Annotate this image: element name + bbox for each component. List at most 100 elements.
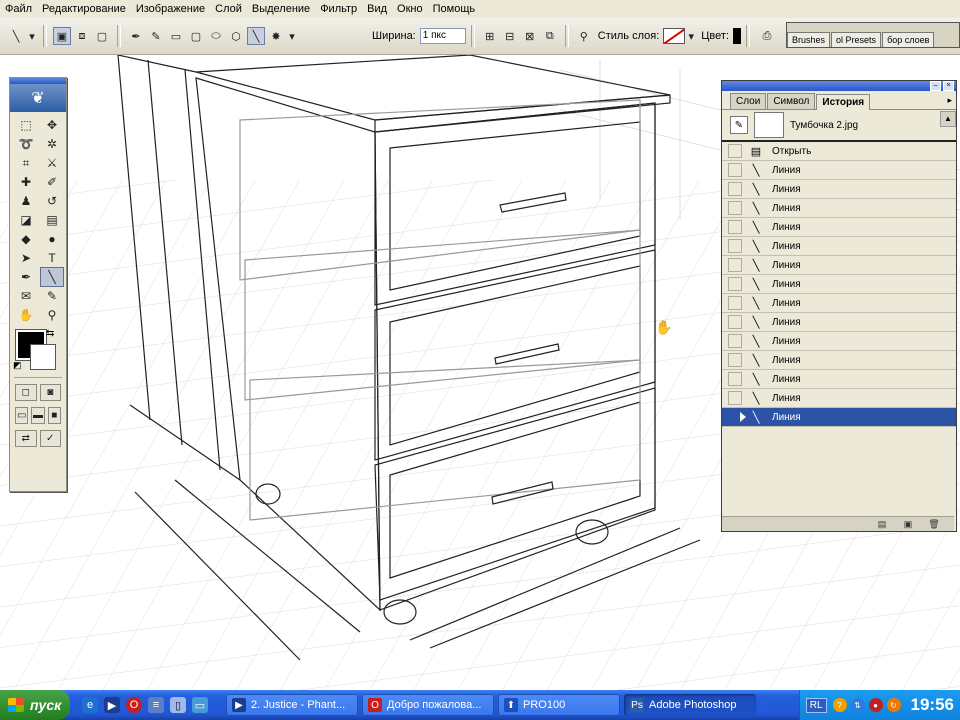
- rounded-rectangle-tool-icon[interactable]: ▢: [188, 28, 204, 44]
- eraser-tool-icon[interactable]: ◪: [15, 211, 37, 229]
- clone-stamp-tool-icon[interactable]: ♟: [15, 192, 37, 210]
- feather-logo-icon[interactable]: ❦: [10, 84, 66, 112]
- menu-item[interactable]: Вид: [362, 0, 392, 18]
- menu-item[interactable]: Выделение: [247, 0, 315, 18]
- magic-wand-tool-icon[interactable]: ✲: [41, 135, 63, 153]
- close-button[interactable]: ×: [943, 81, 954, 91]
- printer-icon[interactable]: ⎙: [759, 28, 775, 44]
- menu-item[interactable]: Изображение: [131, 0, 210, 18]
- history-checkbox[interactable]: [728, 277, 742, 291]
- new-document-from-state-icon[interactable]: ▤: [876, 519, 888, 529]
- network-icon[interactable]: ≡: [148, 697, 164, 713]
- marquee-tool-icon[interactable]: ⬚: [15, 116, 37, 134]
- brush-tool-icon[interactable]: ✐: [41, 173, 63, 191]
- menu-item[interactable]: Окно: [392, 0, 428, 18]
- history-item[interactable]: ▤ Открыть: [722, 142, 956, 161]
- menu-item[interactable]: Файл: [0, 0, 37, 18]
- history-item[interactable]: ╲ Линия: [722, 161, 956, 180]
- ie-icon[interactable]: e: [82, 697, 98, 713]
- history-item[interactable]: ╲ Линия: [722, 370, 956, 389]
- standard-screen-icon[interactable]: ▭: [15, 407, 29, 424]
- history-checkbox[interactable]: [728, 296, 742, 310]
- subtract-shape-icon[interactable]: ⊟: [502, 28, 518, 44]
- pen-tool-icon[interactable]: ✒: [15, 268, 37, 286]
- move-tool-icon[interactable]: ✥: [41, 116, 63, 134]
- start-button[interactable]: пуск: [0, 690, 70, 720]
- full-screen-icon[interactable]: ■: [47, 407, 61, 424]
- history-checkbox[interactable]: [728, 372, 742, 386]
- delete-state-icon[interactable]: 🗑: [928, 519, 940, 529]
- imageready-icon[interactable]: ✓: [39, 430, 61, 447]
- ellipse-tool-icon[interactable]: ⬭: [208, 28, 224, 44]
- healing-brush-tool-icon[interactable]: ✚: [15, 173, 37, 191]
- preset-dropdown-icon[interactable]: ▾: [28, 28, 36, 44]
- taskbar-button[interactable]: ⬆ PRO100: [498, 694, 620, 716]
- history-item[interactable]: ╲ Линия: [722, 408, 956, 427]
- media-player-icon[interactable]: ▶: [104, 697, 120, 713]
- history-item[interactable]: ╲ Линия: [722, 313, 956, 332]
- history-checkbox[interactable]: [728, 258, 742, 272]
- minimize-button[interactable]: –: [930, 81, 941, 91]
- tab-history[interactable]: История: [816, 94, 871, 110]
- update-icon[interactable]: ↻: [886, 698, 901, 712]
- panel-menu-icon[interactable]: ▸: [947, 95, 952, 106]
- history-checkbox[interactable]: [728, 334, 742, 348]
- path-selection-tool-icon[interactable]: ➤: [15, 249, 37, 267]
- jump-to-imageready-icon[interactable]: ⇄: [15, 430, 37, 447]
- layer-style-swatch[interactable]: [663, 28, 686, 44]
- hand-tool-icon[interactable]: ✋: [15, 306, 37, 324]
- history-item[interactable]: ╲ Линия: [722, 294, 956, 313]
- network-tray-icon[interactable]: ⇅: [850, 698, 865, 712]
- color-swatch[interactable]: [732, 28, 741, 44]
- menu-item[interactable]: Фильтр: [315, 0, 362, 18]
- well-tab-brushes[interactable]: Brushes: [787, 32, 831, 47]
- help-icon[interactable]: ?: [832, 698, 847, 712]
- freeform-pen-icon[interactable]: ✎: [148, 28, 164, 44]
- history-item[interactable]: ╲ Линия: [722, 389, 956, 408]
- history-item[interactable]: ╲ Линия: [722, 237, 956, 256]
- history-checkbox[interactable]: [728, 182, 742, 196]
- tab-layers[interactable]: Слои: [730, 93, 767, 109]
- taskbar-button[interactable]: ▶ 2. Justice - Phant...: [226, 694, 358, 716]
- slice-tool-icon[interactable]: ⚔: [41, 154, 63, 172]
- standard-mode-icon[interactable]: ◻: [15, 384, 37, 401]
- taskbar-button[interactable]: Ps Adobe Photoshop: [624, 694, 756, 716]
- history-titlebar[interactable]: – ×: [722, 81, 956, 91]
- history-brush-source-icon[interactable]: ✎: [730, 116, 748, 134]
- well-tab-layer-comps[interactable]: бор слоев: [882, 32, 935, 47]
- blur-tool-icon[interactable]: ◆: [15, 230, 37, 248]
- paths-icon[interactable]: ⧈: [74, 28, 90, 44]
- history-snapshot[interactable]: ✎ Тумбочка 2.jpg: [722, 110, 956, 142]
- add-to-shape-icon[interactable]: ⊞: [482, 28, 498, 44]
- background-color-swatch[interactable]: [30, 344, 56, 370]
- line-tool-icon[interactable]: ╲: [40, 267, 64, 287]
- rectangle-tool-icon[interactable]: ▭: [168, 28, 184, 44]
- lasso-tool-icon[interactable]: ➰: [15, 135, 37, 153]
- opera-icon[interactable]: O: [126, 697, 142, 713]
- shield-icon[interactable]: ●: [868, 698, 883, 712]
- history-checkbox[interactable]: [728, 391, 742, 405]
- dodge-tool-icon[interactable]: ●: [41, 230, 63, 248]
- scroll-up-button[interactable]: ▲: [940, 111, 956, 127]
- geometry-options-icon[interactable]: ▾: [288, 28, 296, 44]
- default-colors-icon[interactable]: ◩: [13, 360, 22, 371]
- history-state-slider-icon[interactable]: [740, 412, 746, 422]
- polygon-tool-icon[interactable]: ⬡: [228, 28, 244, 44]
- tab-character[interactable]: Символ: [767, 93, 816, 109]
- history-checkbox[interactable]: [728, 353, 742, 367]
- doc-icon[interactable]: ▯: [170, 697, 186, 713]
- desktop-icon[interactable]: ▭: [192, 697, 208, 713]
- menu-item[interactable]: Редактирование: [37, 0, 131, 18]
- type-tool-icon[interactable]: T: [41, 249, 63, 267]
- history-checkbox[interactable]: [728, 144, 742, 158]
- shape-layers-icon[interactable]: ▣: [53, 27, 71, 45]
- history-item[interactable]: ╲ Линия: [722, 256, 956, 275]
- intersect-shape-icon[interactable]: ⊠: [522, 28, 538, 44]
- link-style-icon[interactable]: ⚲: [576, 28, 592, 44]
- crop-tool-icon[interactable]: ⌗: [15, 154, 37, 172]
- history-item[interactable]: ╲ Линия: [722, 180, 956, 199]
- line-tool-preset-icon[interactable]: ╲: [8, 28, 24, 44]
- new-snapshot-icon[interactable]: ▣: [902, 519, 914, 529]
- language-indicator[interactable]: RL: [805, 697, 827, 713]
- history-item[interactable]: ╲ Линия: [722, 351, 956, 370]
